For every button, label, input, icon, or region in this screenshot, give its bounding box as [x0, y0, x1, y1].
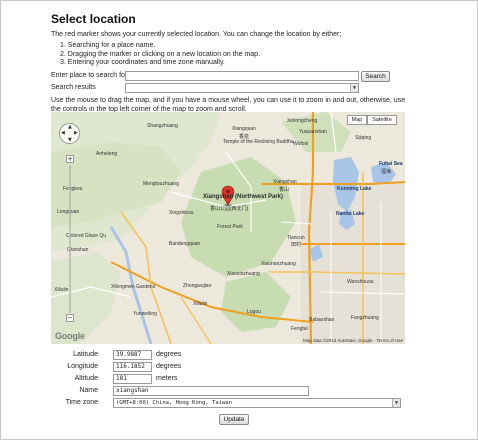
- altitude-label: Altitude: [74, 375, 98, 382]
- place-label: Fengkou: [63, 186, 83, 192]
- latitude-field[interactable]: 39.9887: [113, 350, 152, 360]
- intro-text: The red marker shows your currently sele…: [51, 31, 342, 38]
- place-label: Babaoshan: [309, 317, 335, 323]
- chevron-down-icon: ▼: [392, 399, 400, 407]
- pan-down-icon[interactable]: ▼: [68, 138, 72, 143]
- place-label: Xiaonanzhuang: [261, 261, 296, 267]
- altitude-unit: meters: [156, 375, 178, 382]
- place-label: 田村: [291, 242, 302, 248]
- chevron-down-icon: ▼: [350, 84, 358, 92]
- pan-up-icon[interactable]: ▲: [68, 125, 72, 130]
- longitude-label: Longitude: [67, 363, 98, 370]
- timezone-label: Time zone: [65, 399, 98, 406]
- step-item: 1. Searching for a place name.: [60, 42, 156, 49]
- pan-left-icon[interactable]: ◀: [61, 131, 65, 136]
- timezone-select[interactable]: (GMT+8:00) China, Hong Kong, Taiwan ▼: [113, 398, 401, 408]
- place-label: Xiangshan (Northwest Park): [203, 194, 284, 200]
- name-label: Name: [79, 387, 98, 394]
- latitude-label: Latitude: [73, 351, 98, 358]
- place-label: Anhelong: [96, 151, 118, 157]
- search-results-label: Search results: [51, 84, 96, 91]
- map-type-satellite-button[interactable]: Satellite: [367, 115, 397, 125]
- place-label: Fengtai: [291, 326, 308, 332]
- place-label: Xiliulin: [54, 287, 69, 293]
- search-input[interactable]: [125, 71, 359, 81]
- place-label: Wanshouou: [347, 279, 374, 285]
- place-label: Xiangquan: [232, 126, 256, 132]
- place-label: Xinlongcheng: [287, 118, 318, 124]
- place-label: Tiancun: [287, 235, 305, 241]
- page-title: Select location: [51, 12, 136, 26]
- longitude-unit: degrees: [156, 363, 182, 370]
- search-label: Enter place to search for: [51, 72, 128, 79]
- place-label: Xiangshan: [273, 179, 297, 185]
- place-label: Fangzhuang: [351, 315, 379, 321]
- zoom-slider-track[interactable]: [69, 165, 71, 313]
- search-results-select[interactable]: ▼: [125, 83, 359, 93]
- zoom-out-button[interactable]: −: [66, 314, 74, 322]
- map-type-map-button[interactable]: Map: [347, 115, 367, 125]
- longitude-field[interactable]: 116.1852: [113, 362, 152, 372]
- place-label: 福海: [381, 169, 392, 175]
- place-label: Sijiqing: [355, 135, 372, 141]
- search-button[interactable]: Search: [361, 71, 390, 82]
- place-label: Xiliulin: [193, 301, 208, 307]
- step-item: 3. Entering your coordinates and time zo…: [60, 59, 225, 66]
- place-label: 香山: [279, 187, 290, 193]
- steps-list: 1. Searching for a place name. 2. Draggi…: [60, 42, 260, 68]
- name-field[interactable]: xiangshan: [113, 386, 309, 396]
- place-label: Lugou: [247, 309, 261, 315]
- place-label: Yunweiling: [133, 311, 157, 317]
- google-logo: Google: [55, 331, 85, 341]
- place-label: Xiaoxinzhuang: [227, 271, 260, 277]
- place-label: Nanhu Lake: [336, 211, 365, 217]
- place-label: Fuhai Sea: [379, 161, 403, 167]
- place-label: Shangzhuang: [147, 123, 178, 129]
- latitude-unit: degrees: [156, 351, 182, 358]
- map-pan-control[interactable]: ▲ ▼ ◀ ▶: [59, 123, 80, 144]
- place-label: Kunming Lake: [337, 186, 372, 192]
- zoom-in-button[interactable]: +: [66, 155, 74, 163]
- place-label: Zhongwujiao: [183, 283, 212, 289]
- place-label: Forest Park: [217, 224, 243, 230]
- pan-right-icon[interactable]: ▶: [74, 131, 78, 136]
- place-label: Mengtouzhuang: [143, 181, 179, 187]
- map-view[interactable]: Xiangshan (Northwest Park) 香山公园(西北门) Kun…: [51, 112, 405, 344]
- altitude-field[interactable]: 181: [113, 374, 152, 384]
- place-label: Temple of the Reclining Buddha: [223, 139, 294, 145]
- step-item: 2. Dragging the marker or clicking on a …: [60, 50, 261, 58]
- update-button[interactable]: Update: [219, 414, 249, 425]
- place-label: Xilongmen Gardens: [111, 284, 156, 290]
- place-label: Colored Glaze Qu: [66, 233, 107, 239]
- place-label: Wofosi: [293, 141, 309, 147]
- place-label: Xingshikou: [169, 210, 194, 216]
- place-label: Yuquanshan: [299, 129, 327, 135]
- place-label: 香山公园(西北门): [210, 206, 249, 212]
- map-attribution: Map data ©2013 AutoNavi, Google · Terms …: [302, 338, 403, 343]
- place-label: Bandengquan: [169, 241, 201, 247]
